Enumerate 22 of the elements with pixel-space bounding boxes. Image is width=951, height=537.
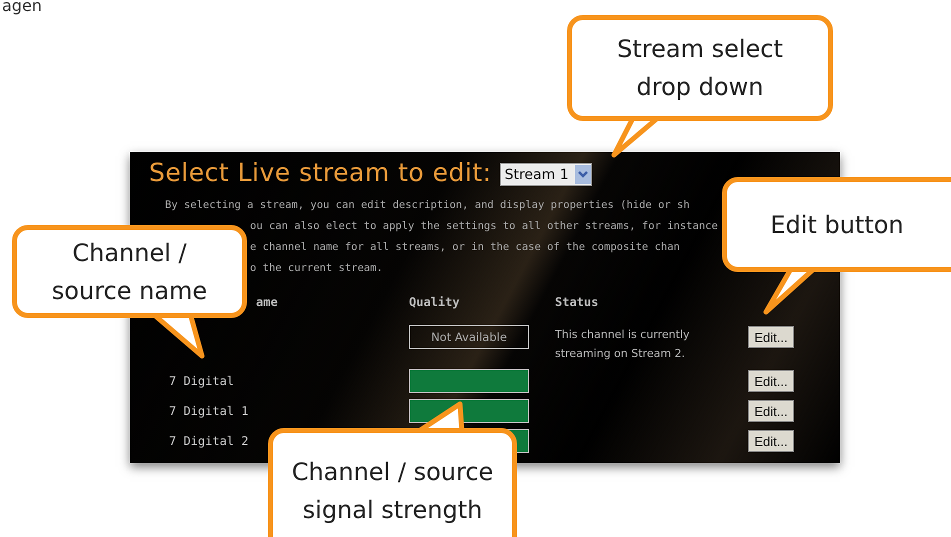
column-header: ame bbox=[256, 295, 278, 309]
page-text-fragment: agen bbox=[2, 0, 42, 16]
chevron-down-icon bbox=[574, 165, 591, 184]
stream-select[interactable]: Stream 1 bbox=[500, 163, 592, 186]
status-text: This channel is currently streaming on Stream 2. bbox=[555, 327, 691, 362]
description-text: o the current stream. bbox=[250, 262, 383, 274]
quality-indicator: Not Available bbox=[409, 325, 529, 349]
panel-title: Select Live stream to edit: bbox=[149, 158, 492, 187]
description-text: By selecting a stream, you can edit description, and display properties (hide or sh bbox=[165, 199, 690, 211]
column-header: Status bbox=[555, 295, 598, 309]
edit-button[interactable]: Edit... bbox=[748, 370, 794, 392]
callout-bubble: Channel / source signal strength bbox=[268, 428, 517, 537]
channel-name: 7 Digital 2 bbox=[169, 434, 248, 448]
edit-button[interactable]: Edit... bbox=[748, 326, 794, 348]
description-text: ou can also elect to apply the settings to all other streams, for instance bbox=[250, 220, 718, 232]
channel-name: 7 Digital 1 bbox=[169, 404, 248, 418]
channel-name: 7 Digital bbox=[169, 374, 234, 388]
description-text: e channel name for all streams, or in the case of the composite chan bbox=[250, 241, 680, 253]
column-header: Quality bbox=[409, 295, 460, 309]
edit-button[interactable]: Edit... bbox=[748, 430, 794, 452]
edit-button[interactable]: Edit... bbox=[748, 400, 794, 422]
callout-bubble: Stream select drop down bbox=[567, 15, 833, 121]
